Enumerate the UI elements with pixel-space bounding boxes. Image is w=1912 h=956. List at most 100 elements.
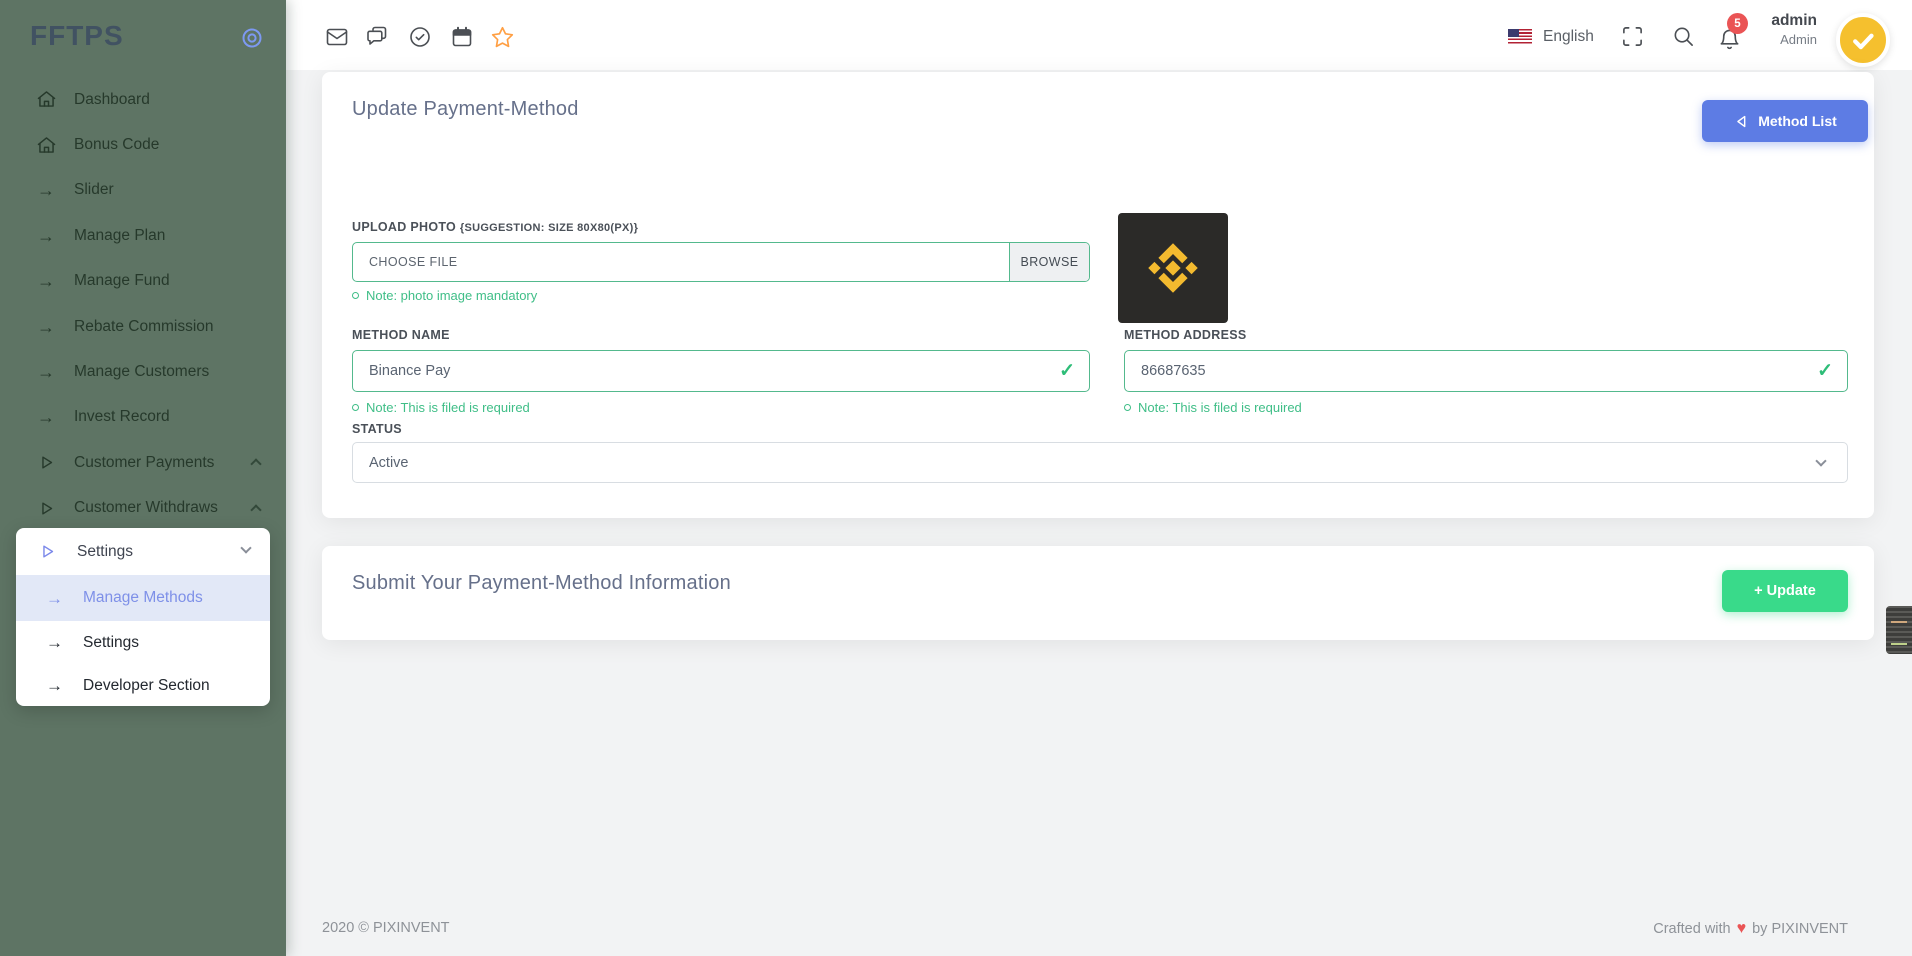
method-photo-preview xyxy=(1118,213,1228,323)
settings-submenu-panel: Settings → Manage Methods → Settings → D… xyxy=(16,528,270,706)
valid-check-icon: ✓ xyxy=(1817,360,1833,383)
top-header: English 5 admin Admin xyxy=(286,0,1912,70)
upload-photo-label: UPLOAD PHOTO {SUGGESTION: SIZE 80X80(PX)… xyxy=(352,220,638,234)
arrow-right-icon: → xyxy=(34,318,58,336)
user-name: admin xyxy=(1771,11,1817,31)
footer-copyright: 2020 © PIXINVENT xyxy=(322,920,450,936)
sidebar-item-settings[interactable]: → Settings xyxy=(16,621,270,664)
method-name-note: Note: This is filed is required xyxy=(352,400,530,415)
sidebar-item-developer-section[interactable]: → Developer Section xyxy=(16,664,270,706)
sidebar-item-customer-withdraws[interactable]: Customer Withdraws xyxy=(0,486,286,531)
heart-icon: ♥ xyxy=(1737,920,1747,938)
sidebar-item-bonus-code[interactable]: Bonus Code xyxy=(0,122,286,167)
sidebar-item-label: Bonus Code xyxy=(74,136,159,154)
sidebar-item-label: Invest Record xyxy=(74,408,170,426)
sidebar-item-label: Slider xyxy=(74,181,114,199)
chevron-down-icon xyxy=(1815,455,1826,466)
fullscreen-icon[interactable] xyxy=(1621,25,1645,49)
search-icon[interactable] xyxy=(1672,25,1696,49)
calendar-icon[interactable] xyxy=(450,25,474,49)
chevron-down-icon xyxy=(240,542,251,553)
arrow-right-icon: → xyxy=(34,227,58,245)
sidebar-item-label: Dashboard xyxy=(74,91,150,109)
us-flag-icon[interactable] xyxy=(1508,29,1532,45)
sidebar-item-label: Developer Section xyxy=(83,677,210,695)
sidebar-item-settings-group[interactable]: Settings xyxy=(16,528,270,575)
arrow-right-icon: → xyxy=(34,272,58,290)
sidebar-item-manage-customers[interactable]: → Manage Customers xyxy=(0,349,286,394)
footer-crafted-suffix: by PIXINVENT xyxy=(1752,921,1848,937)
sidebar-item-label: Manage Plan xyxy=(74,227,165,245)
settings-group-label: Settings xyxy=(77,543,133,561)
file-upload-input[interactable]: CHOOSE FILE BROWSE xyxy=(352,242,1090,282)
method-address-note: Note: This is filed is required xyxy=(1124,400,1302,415)
sidebar-item-rebate-commission[interactable]: → Rebate Commission xyxy=(0,304,286,349)
arrow-right-icon: → xyxy=(34,181,58,199)
browse-button[interactable]: BROWSE xyxy=(1009,243,1089,281)
arrow-right-icon: → xyxy=(46,677,63,694)
avatar[interactable] xyxy=(1836,13,1890,67)
update-payment-method-card: Update Payment-Method Method List UPLOAD… xyxy=(322,72,1874,518)
sidebar-nav: Dashboard Bonus Code → Slider → Manage P… xyxy=(0,77,286,531)
status-label: STATUS xyxy=(352,422,402,436)
sidebar-item-label: Manage Methods xyxy=(83,589,203,607)
arrow-right-icon: → xyxy=(46,634,63,651)
photo-note: Note: photo image mandatory xyxy=(352,288,537,303)
play-icon xyxy=(35,543,59,560)
language-selector[interactable]: English xyxy=(1543,28,1594,46)
sidebar-item-slider[interactable]: → Slider xyxy=(0,168,286,213)
home-icon xyxy=(34,135,58,156)
user-menu[interactable]: admin Admin xyxy=(1771,11,1817,48)
method-address-input[interactable]: 86687635 ✓ xyxy=(1124,350,1848,392)
sidebar-item-dashboard[interactable]: Dashboard xyxy=(0,77,286,122)
sidebar-pin-icon[interactable] xyxy=(240,26,264,50)
valid-check-icon: ✓ xyxy=(1059,360,1075,383)
sidebar-item-manage-fund[interactable]: → Manage Fund xyxy=(0,259,286,304)
method-address-value: 86687635 xyxy=(1141,363,1206,379)
sidebar-item-label: Rebate Commission xyxy=(74,318,214,336)
arrow-right-icon: → xyxy=(34,408,58,426)
arrow-right-icon: → xyxy=(46,590,63,607)
method-name-value: Binance Pay xyxy=(369,363,450,379)
arrow-right-icon: → xyxy=(34,363,58,381)
footer-crafted-prefix: Crafted with xyxy=(1653,921,1730,937)
method-name-label: METHOD NAME xyxy=(352,328,450,342)
choose-file-text: CHOOSE FILE xyxy=(353,255,1009,269)
sidebar-item-label: Settings xyxy=(83,634,139,652)
method-address-label: METHOD ADDRESS xyxy=(1124,328,1247,342)
footer-credit: Crafted with ♥ by PIXINVENT xyxy=(1653,920,1848,938)
notification-badge: 5 xyxy=(1727,13,1748,34)
sidebar-item-customer-payments[interactable]: Customer Payments xyxy=(0,440,286,485)
method-list-button[interactable]: Method List xyxy=(1702,100,1868,142)
method-name-input[interactable]: Binance Pay ✓ xyxy=(352,350,1090,392)
page-title: Update Payment-Method xyxy=(352,98,579,121)
sidebar-item-manage-methods[interactable]: → Manage Methods xyxy=(16,575,270,621)
sidebar-item-label: Manage Fund xyxy=(74,272,170,290)
sidebar-item-manage-plan[interactable]: → Manage Plan xyxy=(0,213,286,258)
note-dot-icon xyxy=(352,292,359,299)
brand-logo: FFTPS xyxy=(30,20,124,52)
mail-icon[interactable] xyxy=(325,25,349,49)
status-value: Active xyxy=(369,455,409,471)
sidebar-item-label: Customer Withdraws xyxy=(74,499,218,517)
chevron-up-icon xyxy=(250,458,261,469)
star-icon[interactable] xyxy=(490,25,514,49)
note-dot-icon xyxy=(1124,404,1131,411)
status-select[interactable]: Active xyxy=(352,442,1848,483)
method-list-label: Method List xyxy=(1758,113,1837,129)
upload-photo-suggestion: {SUGGESTION: SIZE 80X80(PX)} xyxy=(460,222,638,234)
user-role: Admin xyxy=(1771,31,1817,48)
sidebar-item-invest-record[interactable]: → Invest Record xyxy=(0,395,286,440)
submit-card-title: Submit Your Payment-Method Information xyxy=(352,572,731,595)
binance-logo-icon xyxy=(1137,232,1209,304)
home-icon xyxy=(34,89,58,110)
update-button[interactable]: + Update xyxy=(1722,570,1848,612)
sidebar: FFTPS Dashboard Bonus Code → Slider → Ma… xyxy=(0,0,286,956)
check-circle-icon[interactable] xyxy=(408,25,432,49)
chevron-up-icon xyxy=(250,504,261,515)
chat-icon[interactable] xyxy=(365,25,389,49)
play-icon xyxy=(34,454,58,471)
mini-panel[interactable] xyxy=(1886,606,1912,654)
sidebar-item-label: Customer Payments xyxy=(74,454,214,472)
back-triangle-icon xyxy=(1733,113,1750,130)
